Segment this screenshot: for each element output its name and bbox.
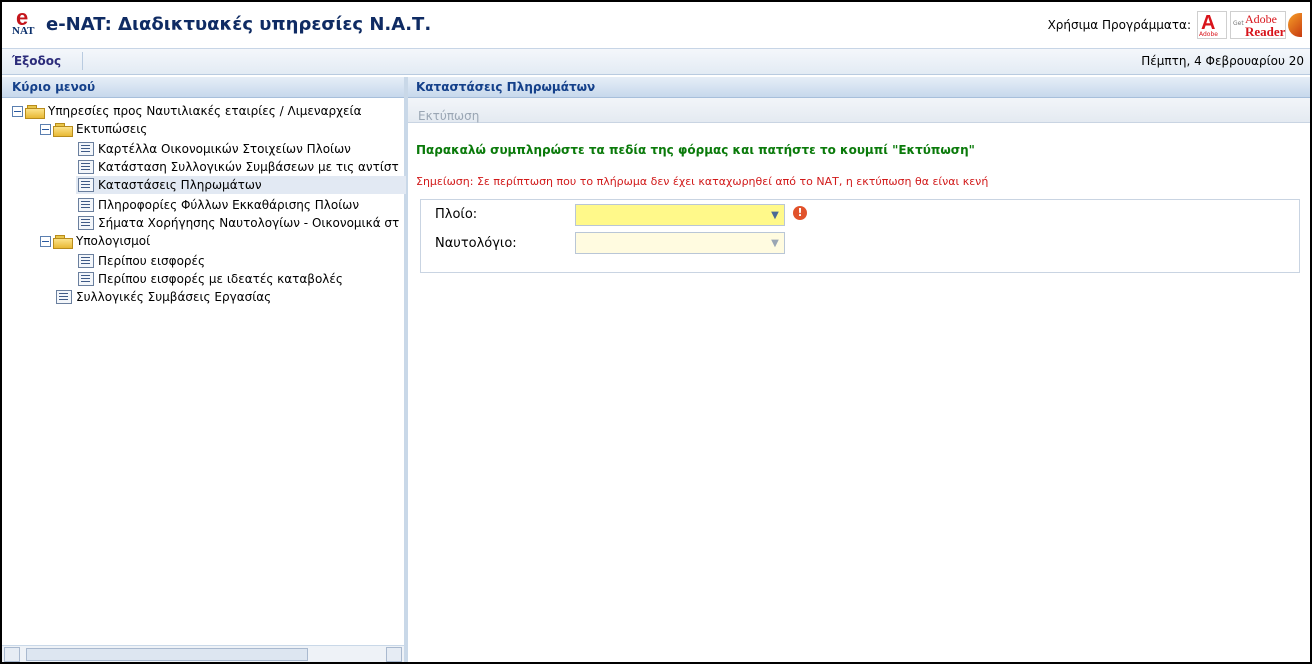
action-bar [408, 98, 1310, 123]
horizontal-scrollbar[interactable] [2, 645, 404, 662]
tree-item-label: Κατάσταση Συλλογικών Συμβάσεων με τις αν… [98, 160, 399, 174]
document-icon [78, 254, 94, 268]
print-form: Πλοίο: ▼ ! Ναυτολόγιο: ▼ [420, 199, 1300, 273]
adobe-acrobat-icon[interactable]: A Adobe [1197, 11, 1227, 39]
adobe-reader-icon[interactable]: Get Adobe Reader [1230, 11, 1286, 39]
crew-list-label: Ναυτολόγιο: [435, 236, 517, 251]
collapse-icon[interactable] [40, 123, 51, 135]
print-button[interactable]: Εκτύπωση [418, 109, 479, 123]
tree-item-label: Σήματα Χορήγησης Ναυτολογίων - Οικονομικ… [98, 216, 400, 230]
main-menu-panel: Κύριο μενού Υπηρεσίες προς Ναυτιλιακές ε… [2, 77, 408, 662]
tree-item-approx-contributions[interactable]: Περίπου εισφορές [78, 252, 205, 270]
app-window: e NAT e-NAT: Διαδικτυακές υπηρεσίες Ν.Α.… [0, 0, 1312, 664]
chevron-down-icon[interactable]: ▼ [766, 205, 784, 225]
toolbar-separator [82, 52, 83, 70]
tree-item-label: Περίπου εισφορές με ιδεατές καταβολές [98, 272, 343, 286]
scroll-left-button[interactable] [4, 647, 20, 662]
collapse-icon[interactable] [12, 105, 23, 117]
tree-item-printouts[interactable]: Εκτυπώσεις [40, 120, 147, 138]
firefox-icon[interactable] [1288, 13, 1302, 37]
document-icon [78, 160, 94, 174]
tree-item-label: Υπολογισμοί [76, 234, 151, 248]
useful-programs: Χρήσιμα Προγράμματα: A Adobe Get Adobe R… [1047, 11, 1302, 39]
tree-item-label: Πληροφορίες Φύλλων Εκκαθάρισης Πλοίων [98, 198, 360, 212]
crew-list-combobox[interactable]: ▼ [575, 232, 785, 254]
document-icon [78, 272, 94, 286]
crew-list-input[interactable] [576, 233, 774, 253]
current-date: Πέμπτη, 4 Φεβρουαρίου 20 [1141, 54, 1304, 68]
exclamation-icon: ! [793, 206, 807, 220]
tree-item-services[interactable]: Υπηρεσίες προς Ναυτιλιακές εταιρίες / Λι… [12, 102, 362, 120]
note-text: Σημείωση: Σε περίπτωση που το πλήρωμα δε… [416, 175, 989, 188]
tree-item-label: Εκτυπώσεις [76, 122, 148, 136]
enat-logo: e NAT [12, 7, 38, 39]
ship-combobox[interactable]: ▼ [575, 204, 785, 226]
tree-item-label: Υπηρεσίες προς Ναυτιλιακές εταιρίες / Λι… [48, 104, 362, 118]
content-title: Καταστάσεις Πληρωμάτων [408, 77, 1310, 98]
tree-item-label: Περίπου εισφορές [98, 254, 206, 268]
tree-item-collective-agreements[interactable]: Συλλογικές Συμβάσεις Εργασίας [56, 288, 271, 306]
document-icon [78, 142, 94, 156]
tree-item-label: Συλλογικές Συμβάσεις Εργασίας [76, 290, 272, 304]
logo-nat: NAT [12, 25, 35, 37]
tree-item-calculations[interactable]: Υπολογισμοί [40, 232, 150, 250]
tree-item-settlement-sheets[interactable]: Πληροφορίες Φύλλων Εκκαθάρισης Πλοίων [78, 196, 359, 214]
document-icon [56, 290, 72, 304]
tree-item-label: Καταστάσεις Πληρωμάτων [98, 178, 262, 192]
document-icon [78, 198, 94, 212]
useful-programs-label: Χρήσιμα Προγράμματα: [1047, 18, 1191, 32]
folder-icon [25, 104, 45, 119]
tree-item-ship-financial-card[interactable]: Καρτέλλα Οικονομικών Στοιχείων Πλοίων [78, 140, 351, 158]
tree-item-crew-statements[interactable]: Καταστάσεις Πληρωμάτων [76, 176, 406, 194]
header: e NAT e-NAT: Διαδικτυακές υπηρεσίες Ν.Α.… [2, 2, 1310, 49]
folder-icon [53, 122, 73, 137]
main-menu-title: Κύριο μενού [2, 77, 404, 98]
content-panel: Καταστάσεις Πληρωμάτων Εκτύπωση Παρακαλώ… [408, 77, 1310, 662]
exit-link[interactable]: Έξοδος [12, 54, 61, 68]
tree-item-approx-contributions-ideal[interactable]: Περίπου εισφορές με ιδεατές καταβολές [78, 270, 343, 288]
ship-label: Πλοίο: [435, 207, 478, 222]
collapse-icon[interactable] [40, 235, 51, 247]
scroll-thumb[interactable] [26, 648, 308, 661]
chevron-down-icon[interactable]: ▼ [766, 233, 784, 253]
app-title: e-NAT: Διαδικτυακές υπηρεσίες Ν.Α.Τ. [46, 14, 432, 35]
tree-item-label: Καρτέλλα Οικονομικών Στοιχείων Πλοίων [98, 142, 351, 156]
ship-input[interactable] [576, 205, 774, 225]
toolbar: Έξοδος Πέμπτη, 4 Φεβρουαρίου 20 [2, 49, 1310, 75]
document-icon [78, 216, 94, 230]
tree-item-crew-list-signals[interactable]: Σήματα Χορήγησης Ναυτολογίων - Οικονομικ… [78, 214, 399, 232]
folder-icon [53, 234, 73, 249]
instruction-text: Παρακαλώ συμπληρώστε τα πεδία της φόρμας… [416, 143, 975, 157]
tree-item-collective-agreements-status[interactable]: Κατάσταση Συλλογικών Συμβάσεων με τις αν… [78, 158, 399, 176]
scroll-right-button[interactable] [386, 647, 402, 662]
document-icon [78, 178, 94, 192]
